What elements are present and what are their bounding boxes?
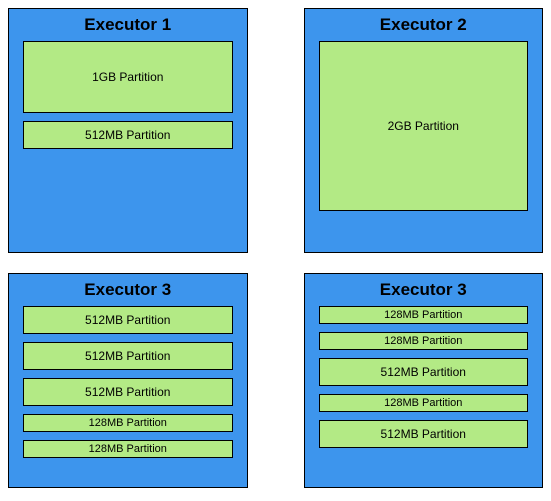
- partition-128mb: 128MB Partition: [23, 414, 233, 432]
- partition-512mb: 512MB Partition: [23, 121, 233, 149]
- partition-512mb: 512MB Partition: [319, 420, 529, 448]
- executor-2: Executor 2 2GB Partition: [304, 8, 544, 253]
- executor-3b: Executor 3 128MB Partition 128MB Partiti…: [304, 273, 544, 488]
- executor-title: Executor 1: [23, 15, 233, 35]
- partition-128mb: 128MB Partition: [319, 306, 529, 324]
- partition-512mb: 512MB Partition: [23, 306, 233, 334]
- executor-title: Executor 3: [319, 280, 529, 300]
- executor-3a: Executor 3 512MB Partition 512MB Partiti…: [8, 273, 248, 488]
- partition-2gb: 2GB Partition: [319, 41, 529, 211]
- executor-title: Executor 2: [319, 15, 529, 35]
- partition-128mb: 128MB Partition: [23, 440, 233, 458]
- executor-title: Executor 3: [23, 280, 233, 300]
- partition-512mb: 512MB Partition: [319, 358, 529, 386]
- partition-128mb: 128MB Partition: [319, 394, 529, 412]
- executor-grid: Executor 1 1GB Partition 512MB Partition…: [8, 8, 543, 488]
- executor-1: Executor 1 1GB Partition 512MB Partition: [8, 8, 248, 253]
- partition-128mb: 128MB Partition: [319, 332, 529, 350]
- partition-512mb: 512MB Partition: [23, 378, 233, 406]
- partition-512mb: 512MB Partition: [23, 342, 233, 370]
- partition-1gb: 1GB Partition: [23, 41, 233, 113]
